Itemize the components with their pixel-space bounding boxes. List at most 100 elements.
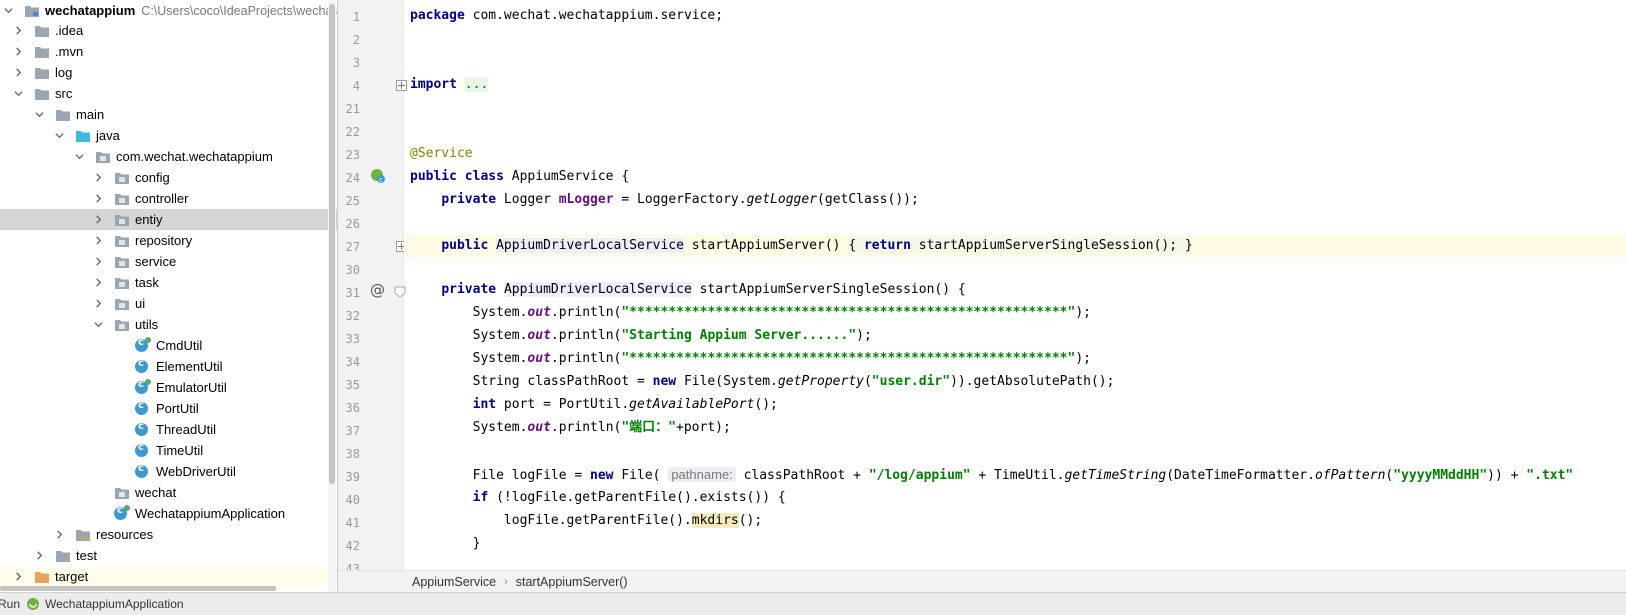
- breadcrumb-item-method[interactable]: startAppiumServer(): [516, 575, 628, 589]
- override-at-icon[interactable]: @: [370, 281, 385, 299]
- tree-item-cmdutil[interactable]: CmdUtil: [0, 335, 337, 356]
- line-number: 30: [345, 263, 360, 277]
- tree-item-test[interactable]: test: [0, 545, 337, 566]
- code-line-27[interactable]: public AppiumDriverLocalService startApp…: [404, 235, 1626, 257]
- code-line-24[interactable]: public class AppiumService {: [410, 166, 629, 188]
- code-line-25[interactable]: private Logger mLogger = LoggerFactory.g…: [410, 189, 918, 211]
- type-highlight: AppiumDriverLocalService: [496, 238, 684, 253]
- tree-item-elementutil[interactable]: ElementUtil: [0, 356, 337, 377]
- code-line-40[interactable]: if (!logFile.getParentFile().exists()) {: [410, 487, 786, 509]
- code-line-1[interactable]: package com.wechat.wechatappium.service;: [410, 5, 723, 27]
- run-config-name[interactable]: WechatappiumApplication: [45, 597, 184, 611]
- tree-item-application[interactable]: WechatappiumApplication: [0, 503, 337, 524]
- tree-item-log[interactable]: log: [0, 62, 337, 83]
- folded-imports[interactable]: ...: [464, 77, 489, 92]
- code-line-33[interactable]: System.out.println("Starting Appium Serv…: [410, 325, 872, 347]
- tree-item-label: PortUtil: [156, 401, 199, 416]
- tree-item-root[interactable]: wechatappium C:\Users\coco\IdeaProjects\…: [0, 0, 337, 21]
- code-text: String classPathRoot =: [472, 374, 653, 389]
- tree-item-label: controller: [135, 191, 189, 206]
- editor-gutter[interactable]: 1 2 3 4 21 22 23 24 25 26 27 30 31 32 33…: [338, 0, 407, 570]
- code-text: ();: [754, 397, 778, 412]
- chevron-right-icon[interactable]: [12, 67, 24, 79]
- code-line-31[interactable]: private AppiumDriverLocalService startAp…: [410, 279, 966, 301]
- tree-item-ui[interactable]: ui: [0, 293, 337, 314]
- chevron-right-icon[interactable]: [92, 256, 104, 268]
- line-number: 40: [345, 493, 360, 507]
- code-text: );: [1075, 305, 1091, 320]
- code-line-35[interactable]: String classPathRoot = new File(System.g…: [410, 371, 1115, 393]
- fold-expand-icon[interactable]: [396, 80, 407, 91]
- tree-item-service[interactable]: service: [0, 251, 337, 272]
- tree-scrollbar-thumb[interactable]: [329, 4, 335, 484]
- code-line-23[interactable]: @Service: [410, 143, 473, 165]
- field: mLogger: [558, 192, 614, 207]
- tree-item-idea[interactable]: .idea: [0, 20, 337, 41]
- tree-item-controller[interactable]: controller: [0, 188, 337, 209]
- code-line-41[interactable]: logFile.getParentFile().mkdirs();: [410, 510, 762, 532]
- tree-item-threadutil[interactable]: ThreadUtil: [0, 419, 337, 440]
- code-text: startAppiumServerSingleSession() {: [691, 282, 966, 297]
- chevron-down-icon[interactable]: [2, 5, 14, 17]
- tree-item-package[interactable]: com.wechat.wechatappium: [0, 146, 337, 167]
- tree-item-label: wechat: [135, 485, 177, 500]
- chevron-down-icon[interactable]: [53, 130, 65, 142]
- code-line-4[interactable]: import ...: [410, 74, 489, 96]
- tree-item-portutil[interactable]: PortUtil: [0, 398, 337, 419]
- code-editor[interactable]: 1 2 3 4 21 22 23 24 25 26 27 30 31 32 33…: [338, 0, 1626, 570]
- code-text: .println(: [550, 351, 622, 366]
- spring-bean-icon[interactable]: c: [370, 168, 386, 184]
- chevron-right-icon[interactable]: [12, 571, 24, 583]
- breadcrumb-item-class[interactable]: AppiumService: [412, 575, 496, 589]
- static-field: out: [527, 305, 551, 320]
- chevron-right-icon[interactable]: [92, 214, 104, 226]
- code-line-32[interactable]: System.out.println("********************…: [410, 302, 1091, 324]
- code-line-42[interactable]: }: [410, 533, 481, 555]
- tree-item-utils[interactable]: utils: [0, 314, 337, 335]
- code-text: .println(: [550, 420, 622, 435]
- tree-item-resources[interactable]: resources: [0, 524, 337, 545]
- tree-item-config[interactable]: config: [0, 167, 337, 188]
- code-line-37[interactable]: System.out.println("端口："+port);: [410, 417, 731, 439]
- class-icon: [135, 400, 151, 416]
- chevron-right-icon[interactable]: [12, 25, 24, 37]
- code-text: (: [863, 374, 872, 389]
- tree-item-src[interactable]: src: [0, 83, 337, 104]
- static-field: out: [527, 420, 551, 435]
- tree-item-label: WebDriverUtil: [156, 464, 236, 479]
- line-number: 42: [345, 539, 360, 553]
- tree-item-target[interactable]: target: [0, 566, 337, 587]
- chevron-right-icon[interactable]: [92, 298, 104, 310]
- string-literal: "***************************************…: [621, 351, 1076, 366]
- chevron-down-icon[interactable]: [92, 319, 104, 331]
- tree-item-java[interactable]: java: [0, 125, 337, 146]
- chevron-right-icon[interactable]: [12, 46, 24, 58]
- chevron-right-icon[interactable]: [92, 172, 104, 184]
- code-line-34[interactable]: System.out.println("********************…: [410, 348, 1091, 370]
- tree-item-repository[interactable]: repository: [0, 230, 337, 251]
- code-line-36[interactable]: int port = PortUtil.getAvailablePort();: [410, 394, 778, 416]
- tree-item-emulatorutil[interactable]: EmulatorUtil: [0, 377, 337, 398]
- chevron-right-icon[interactable]: [33, 550, 45, 562]
- tree-item-wechat[interactable]: wechat: [0, 482, 337, 503]
- tree-item-webdriverutil[interactable]: WebDriverUtil: [0, 461, 337, 482]
- chevron-right-icon[interactable]: [92, 193, 104, 205]
- tree-item-timeutil[interactable]: TimeUtil: [0, 440, 337, 461]
- tree-item-entiy[interactable]: entiy: [0, 209, 337, 230]
- tree-item-task[interactable]: task: [0, 272, 337, 293]
- run-tab-label[interactable]: Run: [0, 597, 20, 611]
- code-line-39[interactable]: File logFile = new File( pathname: class…: [410, 464, 1573, 486]
- folder-icon: [34, 45, 50, 59]
- chevron-right-icon[interactable]: [92, 235, 104, 247]
- chevron-down-icon[interactable]: [12, 88, 24, 100]
- chevron-down-icon[interactable]: [33, 109, 45, 121]
- chevron-down-icon[interactable]: [73, 151, 85, 163]
- code-text: Logger: [496, 192, 559, 207]
- tree-item-main[interactable]: main: [0, 104, 337, 125]
- tree-item-mvn[interactable]: .mvn: [0, 41, 337, 62]
- chevron-right-icon[interactable]: [53, 529, 65, 541]
- chevron-right-icon[interactable]: [92, 277, 104, 289]
- code-text: logFile.getParentFile().: [503, 513, 692, 528]
- tree-horizontal-scrollbar-thumb[interactable]: [0, 586, 276, 591]
- fold-collapse-icon[interactable]: [394, 286, 406, 298]
